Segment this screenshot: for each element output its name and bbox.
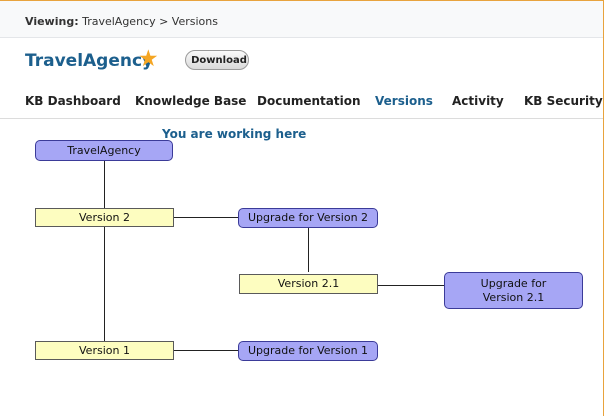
breadcrumb-bar: Viewing: TravelAgency > Versions xyxy=(0,1,603,38)
version-node-v2[interactable]: Version 2 xyxy=(35,208,174,227)
breadcrumb: Viewing: TravelAgency > Versions xyxy=(25,15,218,28)
title-bar: TravelAgency ★ Download xyxy=(0,38,603,82)
working-here-label: You are working here xyxy=(162,127,307,141)
version-node-v21[interactable]: Version 2.1 xyxy=(239,274,378,294)
connector-v2-v1 xyxy=(104,226,105,341)
version-node-v1[interactable]: Version 1 xyxy=(35,341,174,360)
connector-v21-upgrade21 xyxy=(378,285,444,286)
favorite-star-icon[interactable]: ★ xyxy=(138,48,159,71)
upgrade-node-v1[interactable]: Upgrade for Version 1 xyxy=(238,341,378,361)
tab-documentation[interactable]: Documentation xyxy=(257,94,361,108)
tab-kb-security[interactable]: KB Security xyxy=(524,94,603,108)
download-button[interactable]: Download xyxy=(185,50,249,70)
upgrade-node-v21[interactable]: Upgrade for Version 2.1 xyxy=(444,272,583,309)
tab-versions[interactable]: Versions xyxy=(375,94,433,108)
connector-v2-upgrade2 xyxy=(174,217,238,218)
tab-knowledge-base[interactable]: Knowledge Base xyxy=(135,94,246,108)
connector-v1-upgrade1 xyxy=(174,350,238,351)
connector-upgrade2-v21 xyxy=(308,228,309,272)
connector-root-v2 xyxy=(104,161,105,208)
breadcrumb-label: Viewing: xyxy=(25,15,79,28)
version-node-root[interactable]: TravelAgency xyxy=(35,140,173,161)
tab-activity[interactable]: Activity xyxy=(452,94,504,108)
page-title: TravelAgency xyxy=(25,51,154,71)
breadcrumb-path: TravelAgency > Versions xyxy=(82,15,218,28)
upgrade-node-v2[interactable]: Upgrade for Version 2 xyxy=(238,208,378,228)
tab-kb-dashboard[interactable]: KB Dashboard xyxy=(25,94,121,108)
main-nav: KB Dashboard Knowledge Base Documentatio… xyxy=(0,84,603,119)
